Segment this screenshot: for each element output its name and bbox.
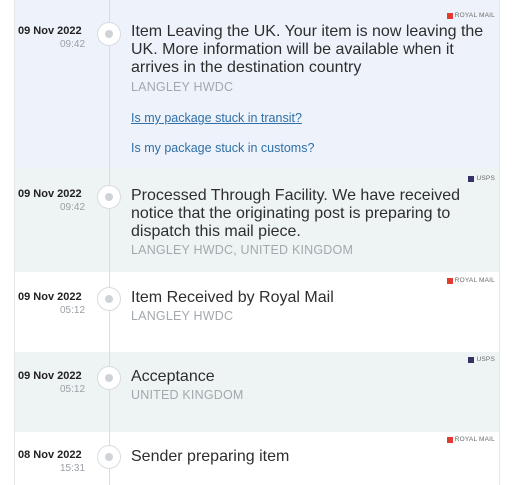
- event-time: 09:42: [60, 39, 86, 50]
- event-description: Item Received by Royal Mail: [131, 289, 334, 306]
- event-time: 09:42: [60, 202, 86, 213]
- event-date: 09 Nov 2022: [18, 188, 82, 200]
- timeline-dot-icon: [97, 185, 121, 209]
- event-description: Item Leaving the UK. Your item is now le…: [131, 23, 484, 76]
- event-location: UNITED KINGDOM: [131, 388, 244, 402]
- royal-mail-logo-icon: [446, 12, 453, 19]
- event-date: 09 Nov 2022: [18, 25, 82, 37]
- event-date: 09 Nov 2022: [18, 370, 82, 382]
- timeline-dot-icon: [97, 445, 121, 469]
- carrier-badge: USPS: [468, 175, 495, 182]
- event-description: Processed Through Facility. We have rece…: [131, 187, 461, 240]
- carrier-badge: ROYAL MAIL: [446, 12, 495, 19]
- royal-mail-logo-icon: [446, 436, 453, 443]
- timeline-dot-icon: [97, 366, 121, 390]
- timeline-line: [109, 0, 110, 485]
- event-date: 09 Nov 2022: [18, 291, 82, 303]
- usps-logo-icon: [468, 175, 475, 182]
- timeline-dot-icon: [97, 287, 121, 311]
- event-time: 15:31: [60, 463, 86, 474]
- usps-logo-icon: [468, 356, 475, 363]
- tracking-timeline: ROYAL MAIL 09 Nov 2022 09:42 Item Leavin…: [0, 0, 512, 485]
- stuck-in-customs-link[interactable]: Is my package stuck in customs?: [131, 141, 314, 155]
- carrier-badge: USPS: [468, 356, 495, 363]
- royal-mail-logo-icon: [446, 277, 453, 284]
- event-date: 08 Nov 2022: [18, 449, 82, 461]
- stuck-in-transit-link[interactable]: Is my package stuck in transit?: [131, 111, 302, 125]
- event-location: LANGLEY HWDC, UNITED KINGDOM: [131, 243, 354, 257]
- event-description: Acceptance: [131, 368, 215, 385]
- event-location: LANGLEY HWDC: [131, 80, 234, 94]
- timeline-dot-icon: [97, 22, 121, 46]
- carrier-badge: ROYAL MAIL: [446, 436, 495, 443]
- event-card: [14, 272, 500, 352]
- carrier-badge: ROYAL MAIL: [446, 277, 495, 284]
- event-location: LANGLEY HWDC: [131, 309, 234, 323]
- event-time: 05:12: [60, 305, 86, 316]
- event-description: Sender preparing item: [131, 448, 290, 465]
- event-time: 05:12: [60, 384, 86, 395]
- event-card: [14, 352, 500, 432]
